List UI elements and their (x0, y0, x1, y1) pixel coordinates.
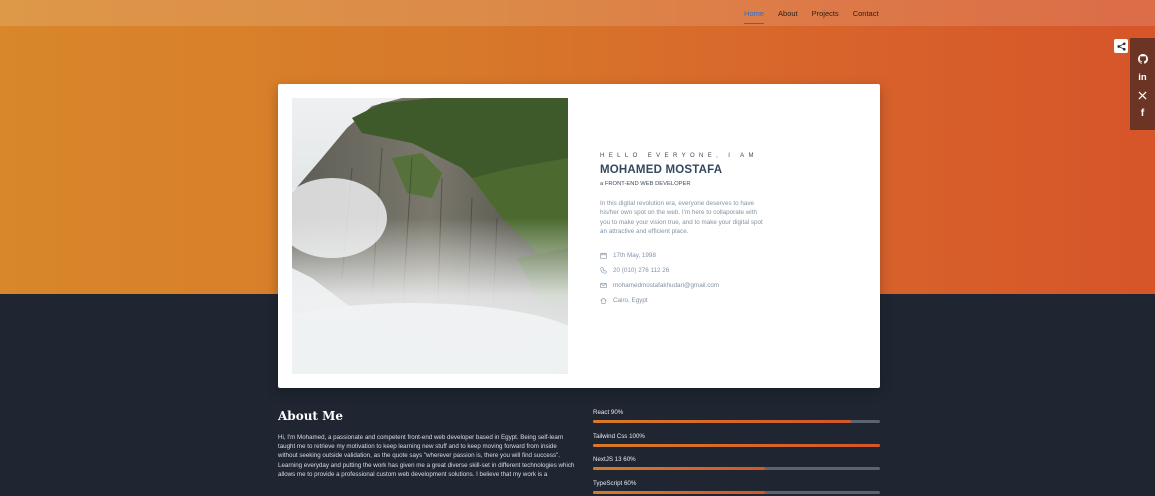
skills-list: React 90% Tailwind Css 100% NextJS 13 60… (593, 409, 880, 496)
skill-progress-bar (593, 490, 766, 494)
skill-track (593, 443, 880, 447)
skill-item: NextJS 13 60% (593, 456, 880, 480)
birthday-row: 17th May, 1998 (600, 248, 770, 263)
skill-track (593, 420, 880, 423)
skill-label: NextJS 13 60% (593, 456, 636, 463)
location-row: Cairo, Egypt (600, 293, 770, 308)
skill-progress-bar (593, 443, 880, 447)
intro-section: HELLO EVERYONE, I AM MOHAMED MOSTAFA a F… (600, 153, 770, 308)
share-button[interactable] (1114, 39, 1128, 53)
birthday-text: 17th May, 1998 (613, 252, 656, 260)
email-row: mohamedmostafakhudari@gmail.com (600, 278, 770, 293)
home-icon (600, 297, 607, 304)
calendar-icon (600, 252, 607, 259)
nav-links: Home About Projects Contact (744, 0, 879, 26)
developer-role: a FRONT-END WEB DEVELOPER (600, 181, 691, 187)
phone-text: 20 (010) 276 112 26 (613, 267, 670, 275)
skill-progress-bar (593, 420, 852, 423)
developer-name: MOHAMED MOSTAFA (600, 164, 723, 176)
skill-label: Tailwind Css 100% (593, 432, 645, 440)
skill-item: Tailwind Css 100% (593, 433, 880, 457)
nav-projects[interactable]: Projects (812, 9, 839, 18)
phone-icon (600, 267, 607, 274)
skill-track (593, 490, 880, 494)
skill-item: React 90% (593, 409, 880, 433)
skill-progress-bar (593, 467, 766, 470)
nav-home[interactable]: Home (744, 9, 765, 24)
nav-contact[interactable]: Contact (853, 9, 879, 18)
skill-label: TypeScript 60% (593, 479, 637, 487)
x-icon[interactable] (1136, 89, 1150, 102)
social-links-bar: in f (1130, 38, 1155, 130)
about-title: About Me (278, 409, 344, 423)
bio-text: In this digital revolution era, everyone… (600, 200, 763, 235)
greeting-text: HELLO EVERYONE, I AM (600, 153, 758, 159)
navbar: Home About Projects Contact (0, 0, 1155, 26)
skill-label: React 90% (593, 409, 624, 416)
facebook-icon[interactable]: f (1136, 107, 1150, 120)
email-text[interactable]: mohamedmostafakhudari@gmail.com (613, 282, 719, 289)
skill-item: TypeScript 60% (593, 480, 880, 496)
profile-card: HELLO EVERYONE, I AM MOHAMED MOSTAFA a F… (278, 84, 880, 388)
location-text: Cairo, Egypt (613, 297, 648, 305)
about-text: Hi, I'm Mohamed, a passionate and compet… (278, 434, 575, 478)
share-icon (1116, 41, 1126, 51)
nav-about[interactable]: About (778, 9, 798, 18)
linkedin-icon[interactable]: in (1136, 71, 1150, 84)
skill-track (593, 467, 880, 470)
contact-info: 17th May, 1998 20 (010) 276 112 26 moham… (600, 248, 770, 308)
profile-photo (292, 98, 568, 374)
github-icon[interactable] (1136, 53, 1150, 66)
phone-row: 20 (010) 276 112 26 (600, 263, 770, 278)
mail-icon (600, 283, 607, 289)
